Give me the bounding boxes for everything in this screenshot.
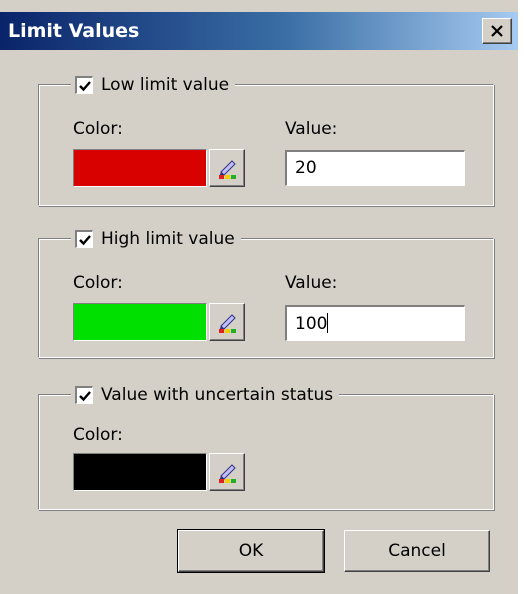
cancel-button[interactable]: Cancel	[344, 530, 490, 572]
low-color-label: Color:	[73, 119, 123, 139]
low-limit-checkbox[interactable]	[75, 76, 93, 94]
pen-palette-icon	[219, 464, 236, 483]
low-limit-legend: Low limit value	[71, 71, 236, 99]
ok-button-label: OK	[238, 541, 264, 561]
high-limit-label: High limit value	[101, 229, 235, 249]
window-title: Limit Values	[8, 20, 140, 42]
high-color-swatch[interactable]	[73, 303, 207, 341]
uncertain-status-checkbox[interactable]	[75, 386, 93, 404]
pen-palette-icon	[219, 314, 236, 333]
high-limit-legend: High limit value	[71, 225, 241, 253]
low-color-picker-button[interactable]	[209, 149, 245, 187]
high-limit-checkbox[interactable]	[75, 230, 93, 248]
high-value-label: Value:	[285, 273, 338, 293]
checkmark-icon	[78, 80, 91, 91]
low-value-label: Value:	[285, 119, 338, 139]
high-limit-group: High limit value Color: Value: 100	[38, 225, 494, 358]
high-color-picker-button[interactable]	[209, 303, 245, 341]
close-button[interactable]	[482, 18, 512, 44]
pen-palette-icon	[219, 160, 236, 179]
low-value-input[interactable]: 20	[285, 150, 465, 186]
title-bar[interactable]: Limit Values	[0, 12, 518, 50]
uncertain-color-swatch[interactable]	[73, 453, 207, 491]
low-limit-group: Low limit value Color: Value: 20	[38, 71, 494, 206]
high-value-text: 100	[295, 314, 328, 334]
text-caret	[327, 313, 329, 333]
checkmark-icon	[78, 234, 91, 245]
low-color-swatch[interactable]	[73, 149, 207, 187]
checkmark-icon	[78, 390, 91, 401]
uncertain-status-label: Value with uncertain status	[101, 385, 334, 405]
uncertain-color-label: Color:	[73, 425, 123, 445]
cancel-button-label: Cancel	[388, 541, 446, 561]
uncertain-status-legend: Value with uncertain status	[71, 381, 340, 409]
uncertain-status-group: Value with uncertain status Color:	[38, 381, 494, 510]
limit-values-dialog: Limit Values Low limit value Color: Valu…	[0, 0, 524, 594]
close-icon	[491, 25, 503, 37]
high-color-label: Color:	[73, 273, 123, 293]
uncertain-color-picker-button[interactable]	[209, 453, 245, 491]
low-limit-label: Low limit value	[101, 75, 230, 95]
ok-button[interactable]: OK	[177, 529, 325, 573]
high-value-input[interactable]: 100	[285, 305, 465, 341]
